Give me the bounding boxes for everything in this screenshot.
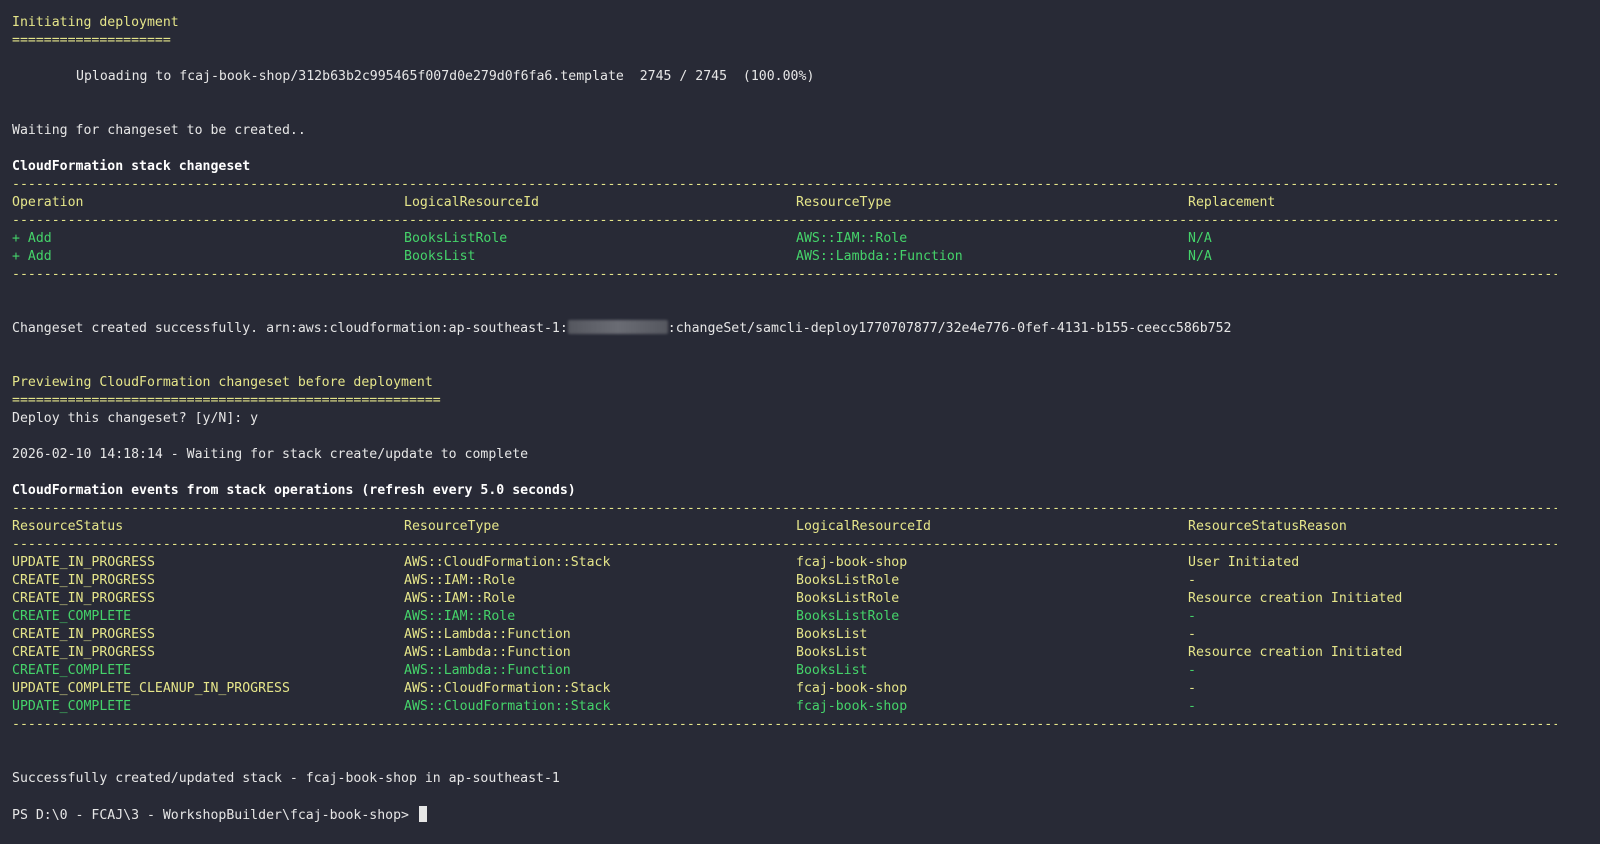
cell-logical-resource-id: BooksList <box>796 663 868 678</box>
table-divider: ----------------------------------------… <box>12 213 1557 228</box>
cell-logical-resource-id: fcaj-book-shop <box>796 681 908 696</box>
cell-logical-resource-id: BooksListRole <box>404 231 508 246</box>
cell-replacement: N/A <box>1188 249 1212 264</box>
cell-resource-status: CREATE_IN_PROGRESS <box>12 591 155 606</box>
table-row: CREATE_COMPLETE AWS::Lambda::Function Book… <box>12 662 1572 680</box>
terminal-output[interactable]: Initiating deployment ==================… <box>12 14 1572 824</box>
cell-status-reason: - <box>1188 573 1196 588</box>
cell-resource-status: UPDATE_IN_PROGRESS <box>12 555 155 570</box>
cell-status-reason: Resource creation Initiated <box>1188 645 1403 660</box>
cell-resource-type: AWS::CloudFormation::Stack <box>404 699 611 714</box>
changeset-arn-suffix: :changeSet/samcli-deploy1770707877/32e4e… <box>667 321 1232 336</box>
cell-logical-resource-id: BooksList <box>796 627 868 642</box>
cell-resource-type: AWS::Lambda::Function <box>796 249 963 264</box>
cell-resource-type: AWS::IAM::Role <box>404 609 516 624</box>
cell-resource-status: CREATE_COMPLETE <box>12 663 132 678</box>
table-row: CREATE_IN_PROGRESS AWS::IAM::Role BooksLis… <box>12 590 1572 608</box>
preview-header-underline: ========================================… <box>12 393 441 408</box>
deploy-prompt-line: Deploy this changeset? [y/N]: y <box>12 411 259 426</box>
deploy-header-title: Initiating deployment <box>12 15 179 30</box>
cell-replacement: N/A <box>1188 231 1212 246</box>
table-row: UPDATE_COMPLETE_CLEANUP_IN_PROGRESS AWS::… <box>12 680 1572 698</box>
cell-logical-resource-id: BooksListRole <box>796 609 900 624</box>
cell-status-reason: User Initiated <box>1188 555 1300 570</box>
deploy-header-underline: ==================== <box>12 33 171 48</box>
cell-resource-status: UPDATE_COMPLETE_CLEANUP_IN_PROGRESS <box>12 681 290 696</box>
cell-resource-type: AWS::IAM::Role <box>404 591 516 606</box>
cell-logical-resource-id: fcaj-book-shop <box>796 699 908 714</box>
table-row: + Add BooksList AWS::Lambda::Function N/… <box>12 248 1572 266</box>
header-logical-resource-id: LogicalResourceId <box>404 195 539 210</box>
cell-status-reason: - <box>1188 681 1196 696</box>
header-resource-status: ResourceStatus <box>12 519 124 534</box>
header-resource-type: ResourceType <box>796 195 892 210</box>
table-row: CREATE_IN_PROGRESS AWS::IAM::Role BooksLis… <box>12 572 1572 590</box>
table-row: + Add BooksListRole AWS::IAM::Role N/A <box>12 230 1572 248</box>
table-divider: ----------------------------------------… <box>12 717 1557 732</box>
text-cursor <box>418 806 427 822</box>
cell-logical-resource-id: BooksListRole <box>796 591 900 606</box>
table-row: CREATE_IN_PROGRESS AWS::Lambda::Function B… <box>12 644 1572 662</box>
redacted-account-id <box>567 320 668 334</box>
changeset-table-header: Operation LogicalResourceId ResourceType… <box>12 194 1572 212</box>
cell-resource-type: AWS::Lambda::Function <box>404 663 571 678</box>
cell-resource-type: AWS::CloudFormation::Stack <box>404 555 611 570</box>
events-table-header: ResourceStatus ResourceType LogicalResou… <box>12 518 1572 536</box>
cell-status-reason: Resource creation Initiated <box>1188 591 1403 606</box>
changeset-created-line: Changeset created successfully. arn:aws:… <box>12 320 1572 338</box>
cell-resource-type: AWS::Lambda::Function <box>404 627 571 642</box>
header-resource-status-reason: ResourceStatusReason <box>1188 519 1347 534</box>
table-row: UPDATE_COMPLETE AWS::CloudFormation::Stac… <box>12 698 1572 716</box>
cell-operation: + Add <box>12 249 52 264</box>
header-logical-resource-id: LogicalResourceId <box>796 519 931 534</box>
header-replacement: Replacement <box>1188 195 1276 210</box>
table-divider: ----------------------------------------… <box>12 537 1557 552</box>
waiting-stack-line: 2026-02-10 14:18:14 - Waiting for stack … <box>12 447 529 462</box>
cell-logical-resource-id: BooksList <box>796 645 868 660</box>
cell-status-reason: - <box>1188 699 1196 714</box>
cell-logical-resource-id: fcaj-book-shop <box>796 555 908 570</box>
cell-resource-type: AWS::IAM::Role <box>796 231 908 246</box>
events-table-title: CloudFormation events from stack operati… <box>12 483 576 498</box>
table-divider: ----------------------------------------… <box>12 177 1557 192</box>
table-row: UPDATE_IN_PROGRESS AWS::CloudFormation::S… <box>12 554 1572 572</box>
cell-status-reason: - <box>1188 627 1196 642</box>
events-table-body: UPDATE_IN_PROGRESSAWS::CloudFormation::S… <box>12 554 1572 716</box>
cell-logical-resource-id: BooksList <box>404 249 476 264</box>
changeset-arn-prefix: Changeset created successfully. arn:aws:… <box>12 321 568 336</box>
cell-resource-type: AWS::Lambda::Function <box>404 645 571 660</box>
table-row: CREATE_COMPLETE AWS::IAM::Role BooksListRo… <box>12 608 1572 626</box>
success-line: Successfully created/updated stack - fca… <box>12 771 560 786</box>
table-divider: ----------------------------------------… <box>12 267 1557 282</box>
table-row: CREATE_IN_PROGRESS AWS::Lambda::Function B… <box>12 626 1572 644</box>
shell-prompt: PS D:\0 - FCAJ\3 - WorkshopBuilder\fcaj-… <box>12 808 417 823</box>
changeset-table-title: CloudFormation stack changeset <box>12 159 251 174</box>
cell-resource-type: AWS::IAM::Role <box>404 573 516 588</box>
cell-operation: + Add <box>12 231 52 246</box>
shell-prompt-line[interactable]: PS D:\0 - FCAJ\3 - WorkshopBuilder\fcaj-… <box>12 806 1572 824</box>
cell-resource-status: CREATE_COMPLETE <box>12 609 132 624</box>
upload-progress-line: Uploading to fcaj-book-shop/312b63b2c995… <box>76 69 815 84</box>
cell-logical-resource-id: BooksListRole <box>796 573 900 588</box>
waiting-changeset-line: Waiting for changeset to be created.. <box>12 123 306 138</box>
cell-resource-status: CREATE_IN_PROGRESS <box>12 627 155 642</box>
preview-header-title: Previewing CloudFormation changeset befo… <box>12 375 433 390</box>
cell-resource-status: UPDATE_COMPLETE <box>12 699 132 714</box>
cell-resource-status: CREATE_IN_PROGRESS <box>12 645 155 660</box>
cell-resource-type: AWS::CloudFormation::Stack <box>404 681 611 696</box>
table-divider: ----------------------------------------… <box>12 501 1557 516</box>
cell-status-reason: - <box>1188 663 1196 678</box>
header-operation: Operation <box>12 195 84 210</box>
header-resource-type: ResourceType <box>404 519 500 534</box>
cell-resource-status: CREATE_IN_PROGRESS <box>12 573 155 588</box>
cell-status-reason: - <box>1188 609 1196 624</box>
